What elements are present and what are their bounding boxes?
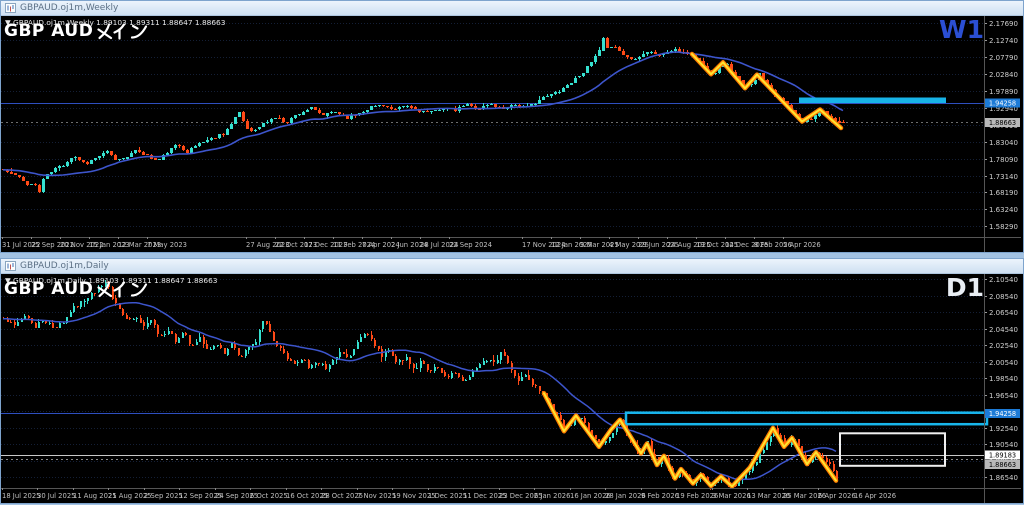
svg-text:6 Oct 2025: 6 Oct 2025 (250, 492, 288, 500)
svg-text:2.02540: 2.02540 (989, 342, 1018, 350)
svg-text:6 Jan 2026: 6 Jan 2026 (534, 492, 570, 500)
chart-window-icon (5, 261, 16, 271)
svg-text:2.10540: 2.10540 (989, 276, 1018, 284)
svg-text:2.08540: 2.08540 (989, 293, 1018, 301)
svg-text:1.73140: 1.73140 (989, 173, 1018, 181)
svg-text:3 Mar 2026: 3 Mar 2026 (712, 492, 751, 500)
svg-text:1.88663: 1.88663 (989, 461, 1016, 469)
svg-text:9 Feb 2026: 9 Feb 2026 (641, 492, 679, 500)
svg-text:1.98540: 1.98540 (989, 375, 1018, 383)
svg-text:2.12740: 2.12740 (989, 37, 1018, 45)
window-titlebar-weekly[interactable]: GBPAUD.oj1m,Weekly (1, 1, 1023, 16)
chart-window-daily[interactable]: GBPAUD.oj1m,Daily 2.10540 2.08540 2.06540 2… (0, 258, 1024, 504)
svg-text:1.63240: 1.63240 (989, 206, 1018, 214)
svg-text:6 Apr 2026: 6 Apr 2026 (818, 492, 856, 500)
svg-text:2 Sep 2025: 2 Sep 2025 (144, 492, 183, 500)
svg-text:1.94258: 1.94258 (989, 410, 1016, 418)
svg-text:18 Jul 2025: 18 Jul 2025 (2, 492, 40, 500)
svg-text:2.04540: 2.04540 (989, 326, 1018, 334)
svg-text:5 Apr 2026: 5 Apr 2026 (783, 241, 821, 249)
svg-text:1.88663: 1.88663 (989, 119, 1016, 127)
daily-chart-plot[interactable]: 2.10540 2.08540 2.06540 2.04540 2.02540 2.005… (1, 274, 1021, 503)
svg-text:2.06540: 2.06540 (989, 309, 1018, 317)
chart-svg[interactable]: 2.176902.127402.077902.028401.978901.929… (1, 16, 1021, 252)
svg-text:1.92540: 1.92540 (989, 425, 1018, 433)
window-title: GBPAUD.oj1m,Weekly (20, 3, 119, 13)
svg-text:30 Jul 2025: 30 Jul 2025 (37, 492, 75, 500)
svg-text:7 Nov 2025: 7 Nov 2025 (357, 492, 396, 500)
svg-text:2.07790: 2.07790 (989, 54, 1018, 62)
chart-svg[interactable]: 2.10540 2.08540 2.06540 2.04540 2.02540 2.005… (1, 274, 1021, 503)
svg-text:2.00540: 2.00540 (989, 359, 1018, 367)
ohlc-info-line: ▼ GBPAUD.oj1m,Weekly 1.89103 1.89311 1.8… (5, 18, 226, 27)
svg-text:1.89183: 1.89183 (989, 452, 1016, 460)
drawn-rectangle-filled[interactable] (799, 97, 946, 103)
window-title: GBPAUD.oj1m,Daily (20, 261, 109, 271)
chart-canvas-daily[interactable]: 2.10540 2.08540 2.06540 2.04540 2.02540 2.005… (1, 274, 1023, 503)
svg-text:2.02840: 2.02840 (989, 71, 1018, 79)
chart-window-weekly[interactable]: GBPAUD.oj1m,Weekly 2.17690 2.12740 2.07790… (0, 0, 1024, 253)
svg-text:1.90540: 1.90540 (989, 441, 1018, 449)
svg-text:1.86540: 1.86540 (989, 474, 1018, 482)
svg-text:1 Dec 2025: 1 Dec 2025 (428, 492, 467, 500)
chart-canvas-weekly[interactable]: 2.17690 2.12740 2.07790 2.02840 1.97890 1.929… (1, 16, 1023, 252)
svg-text:1.83040: 1.83040 (989, 139, 1018, 147)
svg-text:1.97890: 1.97890 (989, 88, 1018, 96)
weekly-chart-plot[interactable]: 2.17690 2.12740 2.07790 2.02840 1.97890 1.929… (1, 16, 1021, 252)
svg-text:2.17690: 2.17690 (989, 20, 1018, 28)
ohlc-info-line: ▼ GBPAUD.oj1m,Daily 1.89103 1.89311 1.88… (5, 276, 218, 285)
svg-text:1.68190: 1.68190 (989, 189, 1018, 197)
window-titlebar-daily[interactable]: GBPAUD.oj1m,Daily (1, 259, 1023, 274)
chart-window-icon (5, 3, 16, 13)
svg-text:1.58290: 1.58290 (989, 223, 1018, 231)
svg-text:7 May 2023: 7 May 2023 (147, 241, 187, 249)
svg-text:1.94258: 1.94258 (989, 100, 1016, 108)
svg-text:1.96540: 1.96540 (989, 392, 1018, 400)
svg-text:1.78090: 1.78090 (989, 156, 1018, 164)
svg-text:28 Jan 2026: 28 Jan 2026 (605, 492, 646, 500)
svg-text:22 Sep 2024: 22 Sep 2024 (449, 241, 492, 249)
svg-text:16 Apr 2026: 16 Apr 2026 (854, 492, 896, 500)
